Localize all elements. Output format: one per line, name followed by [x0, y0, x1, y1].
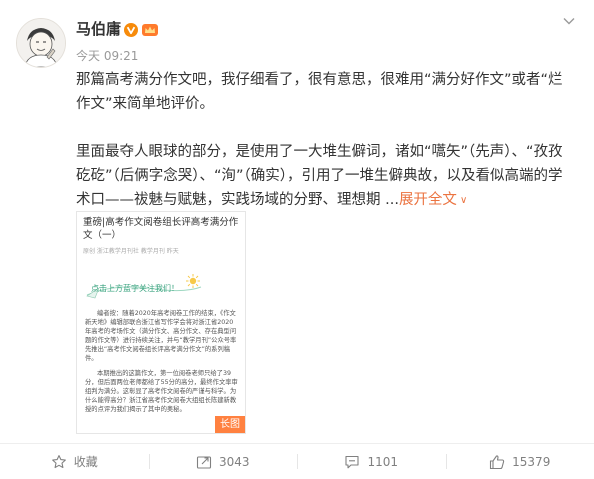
thumbs-up-icon — [489, 454, 505, 470]
long-image-banner-text: 点击上方蓝字关注我们！ — [91, 283, 179, 294]
post-time[interactable]: 今天 09:21 — [76, 47, 138, 64]
sun-icon — [185, 273, 201, 289]
like-button[interactable]: 15379 — [446, 444, 594, 479]
long-image-body: 编者按：随着2020年高考阅卷工作的结束，《作文新天地》编辑部联合浙江省写作学会… — [85, 309, 239, 414]
like-count: 15379 — [512, 455, 550, 469]
comment-count: 1101 — [367, 455, 398, 469]
favorite-button[interactable]: 收藏 — [0, 444, 149, 479]
long-image-paragraph: 本期推出的这篇作文，第一位阅卷老师只给了39分，但后面两位老师都给了55分的高分… — [85, 369, 239, 414]
post-content: 那篇高考满分作文吧，我仔细看了，很有意思，很难用“满分好作文”或者“烂作文”来简… — [76, 68, 576, 214]
repost-count: 3043 — [219, 455, 250, 469]
post-paragraph-2: 里面最夺人眼球的部分，是使用了一大堆生僻词，诸如“嚆矢”（先声）、“孜孜矻矻”（… — [76, 140, 576, 214]
username[interactable]: 马伯庸 — [76, 18, 121, 39]
share-icon — [196, 454, 212, 470]
post-paragraph-1: 那篇高考满分作文吧，我仔细看了，很有意思，很难用“满分好作文”或者“烂作文”来简… — [76, 68, 576, 116]
expand-full-text-link[interactable]: 展开全文∨ — [399, 192, 467, 208]
star-icon — [51, 454, 67, 470]
long-image-meta: 原创 浙江教学月刊社 教学月刊 昨天 — [83, 246, 239, 255]
chevron-down-icon[interactable] — [562, 14, 576, 28]
favorite-label: 收藏 — [74, 453, 98, 470]
expand-label: 展开全文 — [399, 192, 457, 208]
crown-icon[interactable] — [141, 22, 159, 37]
comment-icon — [344, 454, 360, 470]
action-bar: 收藏 3043 1101 15379 — [0, 443, 594, 479]
weibo-post-card: 马伯庸 今天 09:21 那篇高考满分作文吧，我仔细看了，很有意思，很难用“满分… — [0, 0, 594, 478]
long-image-tag: 长图 — [215, 416, 245, 433]
avatar-illustration — [17, 19, 65, 67]
long-image-thumbnail[interactable]: 重磅|高考作文阅卷组长评高考满分作文（一） 原创 浙江教学月刊社 教学月刊 昨天… — [76, 211, 246, 434]
long-image-title: 重磅|高考作文阅卷组长评高考满分作文（一） — [83, 216, 239, 242]
avatar[interactable] — [16, 18, 66, 68]
repost-button[interactable]: 3043 — [149, 444, 298, 479]
post-paragraph-2-text: 里面最夺人眼球的部分，是使用了一大堆生僻词，诸如“嚆矢”（先声）、“孜孜矻矻”（… — [76, 144, 563, 208]
verified-v-icon[interactable] — [124, 23, 138, 37]
expand-chevron-icon: ∨ — [460, 189, 467, 213]
long-image-editor-note: 编者按：随着2020年高考阅卷工作的结束，《作文新天地》编辑部联合浙江省写作学会… — [85, 309, 239, 364]
comment-button[interactable]: 1101 — [297, 444, 446, 479]
